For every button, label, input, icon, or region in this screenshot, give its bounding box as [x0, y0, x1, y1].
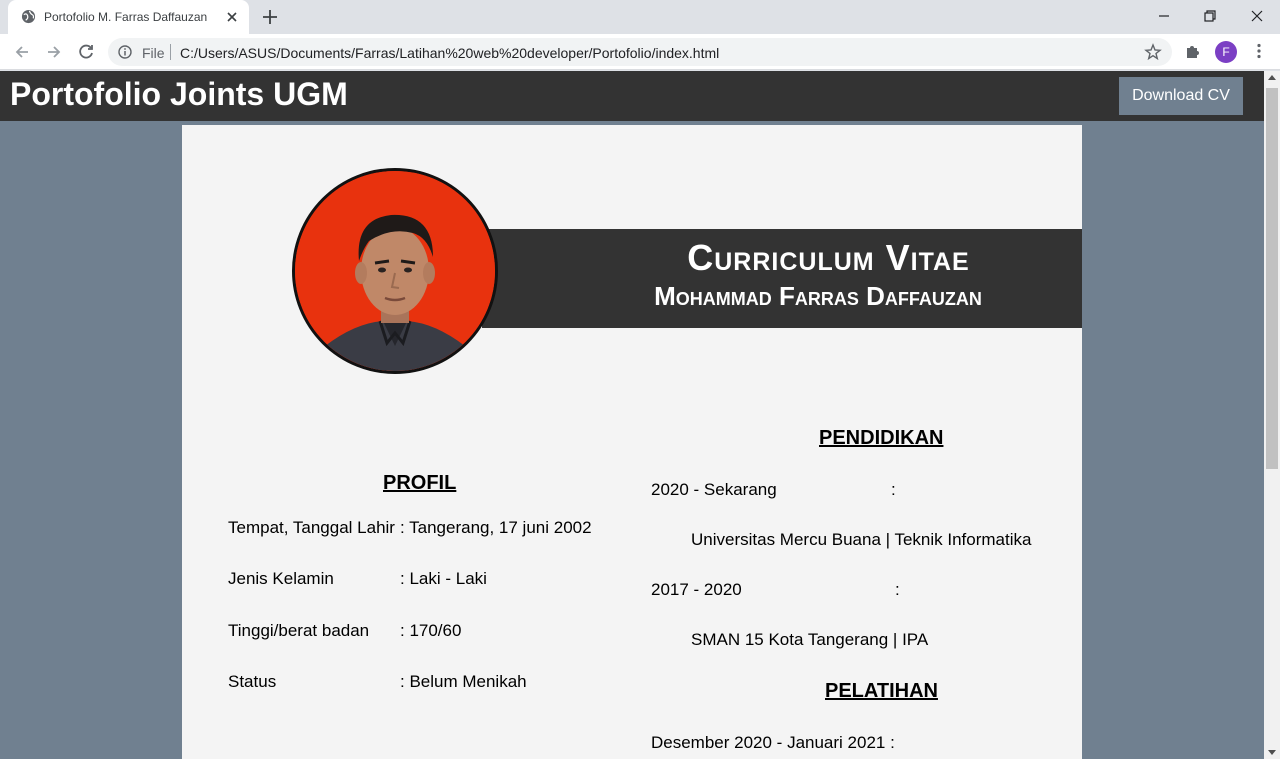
site-title: Portofolio Joints UGM [10, 76, 348, 112]
tab-strip: Portofolio M. Farras Daffauzan [0, 0, 1280, 34]
pendidikan-colon: : [895, 580, 900, 599]
cv-owner-name: Mohammad Farras Daffauzan [654, 281, 982, 311]
profil-heading: PROFIL [383, 472, 457, 494]
page-scrollbar[interactable] [1264, 71, 1280, 759]
reload-icon[interactable] [76, 42, 96, 62]
profile-avatar[interactable]: F [1215, 41, 1237, 63]
cv-title: Curriculum Vitae [687, 237, 970, 278]
url-text[interactable]: C:/Users/ASUS/Documents/Farras/Latihan%2… [180, 45, 719, 61]
back-icon[interactable] [12, 42, 32, 62]
scheme-label: File [142, 45, 165, 61]
pendidikan-period: 2020 - Sekarang [651, 480, 777, 499]
browser-toolbar: File C:/Users/ASUS/Documents/Farras/Lati… [0, 34, 1280, 70]
address-bar[interactable]: File C:/Users/ASUS/Documents/Farras/Lati… [108, 38, 1172, 66]
profil-label-status: Status [228, 672, 277, 691]
new-tab-icon[interactable] [260, 7, 280, 27]
restore-icon[interactable] [1199, 5, 1221, 27]
profil-value-height-weight: : 170/60 [400, 621, 462, 640]
pendidikan-heading: PENDIDIKAN [819, 427, 944, 449]
pelatihan-heading: PELATIHAN [825, 680, 938, 702]
pelatihan-period: Desember 2020 - Januari 2021 : [651, 733, 895, 752]
omnibox-divider [170, 44, 171, 60]
profil-label-gender: Jenis Kelamin [228, 569, 334, 588]
profil-value-birth: : Tangerang, 17 juni 2002 [400, 518, 592, 537]
bookmark-star-icon[interactable] [1144, 43, 1162, 61]
profil-label-height-weight: Tinggi/berat badan [228, 621, 370, 640]
site-header: Portofolio Joints UGM Download CV [0, 71, 1264, 121]
person-portrait-icon [295, 171, 495, 371]
info-icon[interactable] [118, 45, 132, 59]
profil-label-birth: Tempat, Tanggal Lahir [228, 518, 395, 537]
globe-icon [21, 9, 36, 24]
extensions-puzzle-icon[interactable] [1184, 42, 1202, 60]
pendidikan-school: SMAN 15 Kota Tangerang | IPA [691, 630, 929, 649]
more-menu-icon[interactable] [1250, 42, 1268, 60]
profil-value-status: : Belum Menikah [400, 672, 527, 691]
page-viewport: Portofolio Joints UGM Download CV Curric… [0, 71, 1264, 759]
pendidikan-school: Universitas Mercu Buana | Teknik Informa… [691, 530, 1032, 549]
cv-card: Curriculum Vitae Mohammad Farras Daffauz… [182, 125, 1082, 759]
scrollbar-thumb[interactable] [1266, 88, 1278, 469]
tab-title: Portofolio M. Farras Daffauzan [44, 10, 208, 24]
pendidikan-colon: : [891, 480, 896, 499]
browser-tab[interactable]: Portofolio M. Farras Daffauzan [8, 0, 249, 34]
scroll-down-arrow-icon[interactable] [1268, 750, 1276, 755]
profil-value-gender: : Laki - Laki [400, 569, 487, 588]
profile-photo [292, 168, 498, 374]
scroll-up-arrow-icon[interactable] [1268, 75, 1276, 80]
pendidikan-period: 2017 - 2020 [651, 580, 742, 599]
minimize-icon[interactable] [1153, 5, 1175, 27]
download-cv-button[interactable]: Download CV [1119, 77, 1243, 115]
close-tab-icon[interactable] [223, 8, 241, 26]
forward-icon[interactable] [44, 42, 64, 62]
close-window-icon[interactable] [1246, 5, 1268, 27]
cv-banner: Curriculum Vitae Mohammad Farras Daffauz… [482, 229, 1082, 328]
